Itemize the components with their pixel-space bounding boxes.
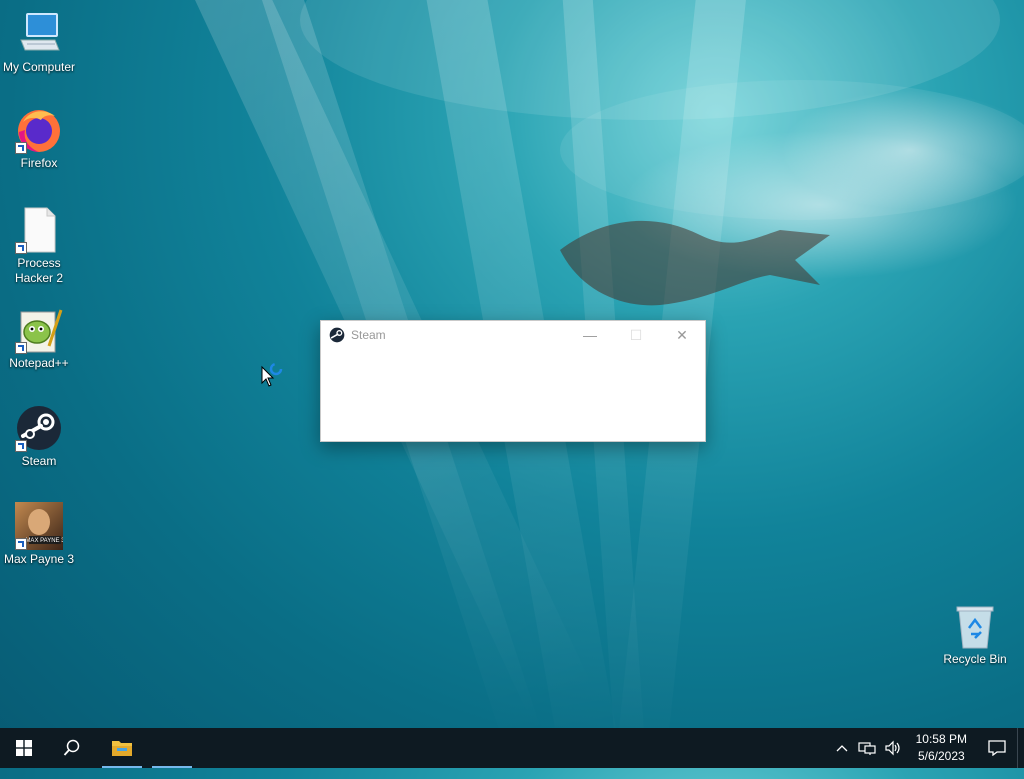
steam-window[interactable]: Steam — ☐ ✕ (320, 320, 706, 442)
speaker-icon (885, 740, 900, 756)
maxpayne3-icon: MAX PAYNE 3 (15, 502, 65, 550)
window-title: Steam (351, 328, 386, 342)
steam-icon (329, 327, 345, 343)
computer-icon (15, 10, 63, 58)
close-button[interactable]: ✕ (659, 321, 705, 349)
desktop-icon-steam[interactable]: Steam (1, 404, 77, 469)
document-icon (15, 206, 63, 254)
recycle-bin-icon (951, 602, 999, 650)
clock-date: 5/6/2023 (917, 749, 965, 763)
clock-button[interactable]: 10:58 PM 5/6/2023 (906, 731, 977, 765)
svg-text:MAX PAYNE 3: MAX PAYNE 3 (25, 538, 63, 544)
taskbar-file-explorer[interactable] (98, 728, 146, 768)
shortcut-arrow-icon (15, 342, 27, 354)
show-desktop-button[interactable] (1017, 728, 1024, 768)
desktop-icon-label: Max Payne 3 (3, 552, 75, 566)
window-content (321, 349, 705, 440)
file-explorer-icon (112, 741, 132, 756)
shortcut-arrow-icon (15, 538, 27, 550)
steam-icon (15, 404, 63, 452)
chevron-up-icon (836, 745, 848, 752)
desktop-icon-label: Firefox (20, 156, 58, 170)
system-tray: 10:58 PM 5/6/2023 (830, 728, 1024, 768)
clock-time: 10:58 PM (915, 732, 967, 746)
windows-logo-icon (16, 740, 32, 756)
network-button[interactable] (854, 728, 880, 768)
volume-button[interactable] (880, 728, 906, 768)
desktop-icon-label: My Computer (2, 60, 76, 74)
desktop-icon-label: Process Hacker 2 (14, 256, 64, 285)
desktop-icon-my-computer[interactable]: My Computer (1, 10, 77, 75)
search-icon (63, 739, 80, 756)
desktop-icon-process-hacker[interactable]: Process Hacker 2 (1, 206, 77, 286)
desktop-icon-label: Recycle Bin (943, 652, 1007, 666)
network-icon (858, 742, 876, 755)
desktop-icon-notepadpp[interactable]: Notepad++ (1, 306, 77, 371)
notepadpp-icon (15, 306, 63, 354)
maximize-button[interactable]: ☐ (613, 321, 659, 349)
firefox-icon (15, 106, 63, 154)
notification-icon (988, 740, 1006, 756)
action-center-button[interactable] (977, 728, 1017, 768)
busy-cursor-icon (261, 362, 283, 387)
desktop-icon-max-payne-3[interactable]: MAX PAYNE 3 Max Payne 3 (1, 502, 77, 567)
taskbar: 10:58 PM 5/6/2023 (0, 728, 1024, 768)
start-button[interactable] (0, 728, 48, 768)
window-titlebar[interactable]: Steam — ☐ ✕ (321, 321, 705, 349)
search-button[interactable] (48, 728, 96, 768)
desktop-icon-recycle-bin[interactable]: Recycle Bin (937, 602, 1013, 667)
show-hidden-icons-button[interactable] (830, 728, 854, 768)
shortcut-arrow-icon (15, 440, 27, 452)
desktop-icon-firefox[interactable]: Firefox (1, 106, 77, 171)
minimize-button[interactable]: — (567, 321, 613, 349)
desktop-icon-label: Notepad++ (9, 356, 69, 370)
desktop-icon-label: Steam (21, 454, 57, 468)
shortcut-arrow-icon (15, 242, 27, 254)
shortcut-arrow-icon (15, 142, 27, 154)
diver-silhouette (560, 220, 830, 306)
